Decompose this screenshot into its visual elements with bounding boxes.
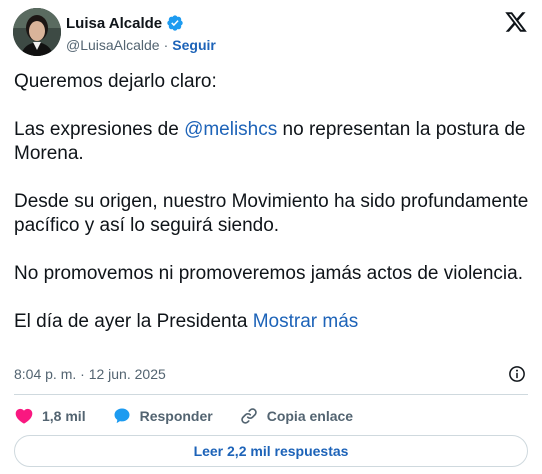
- author-name[interactable]: Luisa Alcalde: [66, 15, 162, 32]
- avatar-image: [13, 8, 61, 56]
- link-icon: [240, 408, 257, 424]
- verified-badge-icon: [167, 15, 183, 31]
- tweet-header: Luisa Alcalde @LuisaAlcalde · Seguir: [13, 8, 530, 58]
- reply-label: Responder: [139, 408, 213, 424]
- separator-dot: ·: [163, 37, 169, 53]
- tweet-paragraph-2: Las expresiones de @melishcs no represen…: [14, 118, 530, 166]
- author-block: Luisa Alcalde @LuisaAlcalde · Seguir: [66, 13, 216, 55]
- info-icon[interactable]: [508, 365, 526, 383]
- copy-link-label: Copia enlace: [266, 408, 354, 424]
- show-more-link[interactable]: Mostrar más: [253, 311, 359, 332]
- like-count: 1,8 mil: [42, 408, 86, 424]
- like-button[interactable]: 1,8 mil: [14, 406, 86, 426]
- author-handle[interactable]: @LuisaAlcalde: [66, 37, 160, 53]
- tweet-paragraph-3: Desde su origen, nuestro Movimiento ha s…: [14, 191, 529, 236]
- name-row: Luisa Alcalde: [66, 13, 216, 33]
- reply-button[interactable]: Responder: [112, 406, 213, 426]
- tweet-paragraph-5: El día de ayer la Presidenta Mostrar más: [14, 310, 530, 334]
- tweet-embed-card: Luisa Alcalde @LuisaAlcalde · Seguir Que…: [0, 0, 542, 474]
- x-logo-icon[interactable]: [504, 10, 528, 34]
- follow-button[interactable]: Seguir: [172, 37, 216, 53]
- avatar[interactable]: [13, 8, 61, 56]
- tweet-paragraph-1: Queremos dejarlo claro:: [14, 71, 217, 92]
- heart-icon: [15, 408, 33, 424]
- handle-row: @LuisaAlcalde · Seguir: [66, 35, 216, 55]
- divider: [14, 394, 528, 395]
- read-replies-button[interactable]: Leer 2,2 mil respuestas: [14, 435, 528, 467]
- mention-link[interactable]: @melishcs: [184, 119, 277, 140]
- tweet-text: Queremos dejarlo claro: Las expresiones …: [14, 70, 530, 334]
- tweet-paragraph-4: No promovemos ni promoveremos jamás acto…: [14, 263, 523, 284]
- tweet-text-segment: El día de ayer la Presidenta: [14, 311, 253, 332]
- tweet-timestamp[interactable]: 8:04 p. m. · 12 jun. 2025: [14, 366, 166, 382]
- tweet-text-segment: Las expresiones de: [14, 119, 185, 140]
- copy-link-button[interactable]: Copia enlace: [239, 406, 353, 426]
- tweet-actions: 1,8 mil Responder Copia enlace: [14, 405, 379, 427]
- speech-bubble-icon: [114, 408, 130, 424]
